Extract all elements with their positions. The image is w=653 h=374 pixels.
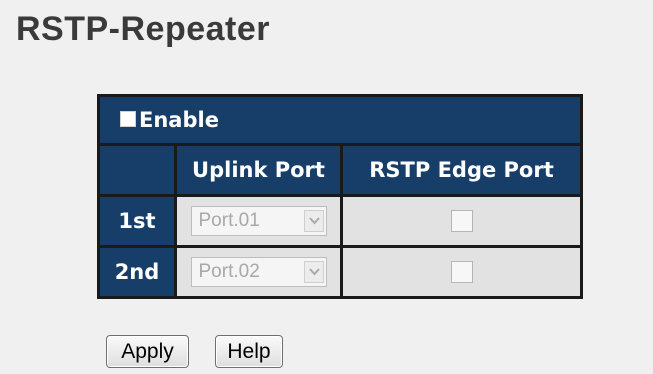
uplink-port-select-1st[interactable]: Port.01 <box>190 206 327 236</box>
column-header-rstp-edge-port: RSTP Edge Port <box>340 143 583 197</box>
uplink-port-cell-1st: Port.01 <box>174 194 343 248</box>
page-container: RSTP-Repeater Enable Uplink Port RSTP Ed… <box>0 0 653 374</box>
enable-row: Enable <box>97 94 583 146</box>
rstp-edge-port-checkbox-2nd[interactable] <box>450 261 473 283</box>
rstp-edge-port-cell-1st <box>340 194 583 248</box>
uplink-port-value-2nd: Port.02 <box>198 261 260 282</box>
column-header-blank <box>97 143 177 197</box>
uplink-port-cell-2nd: Port.02 <box>174 245 343 299</box>
apply-button[interactable]: Apply <box>106 335 189 368</box>
enable-header-cell: Enable <box>97 94 583 146</box>
enable-label: Enable <box>139 108 219 132</box>
uplink-port-value-1st: Port.01 <box>198 210 260 231</box>
row-label-1st: 1st <box>97 194 177 248</box>
chevron-down-icon[interactable] <box>303 210 324 232</box>
rstp-edge-port-cell-2nd <box>340 245 583 299</box>
column-header-uplink-port: Uplink Port <box>174 143 343 197</box>
uplink-port-select-2nd[interactable]: Port.02 <box>190 257 327 287</box>
rstp-repeater-table: Enable Uplink Port RSTP Edge Port 1st Po… <box>97 94 583 299</box>
table-row: 2nd Port.02 <box>97 245 583 299</box>
enable-checkbox[interactable] <box>120 111 136 127</box>
column-header-row: Uplink Port RSTP Edge Port <box>97 143 583 197</box>
rstp-edge-port-checkbox-1st[interactable] <box>450 210 473 232</box>
help-button[interactable]: Help <box>215 335 283 368</box>
row-label-2nd: 2nd <box>97 245 177 299</box>
chevron-down-icon[interactable] <box>303 261 324 283</box>
page-title: RSTP-Repeater <box>16 10 271 48</box>
table-row: 1st Port.01 <box>97 194 583 248</box>
